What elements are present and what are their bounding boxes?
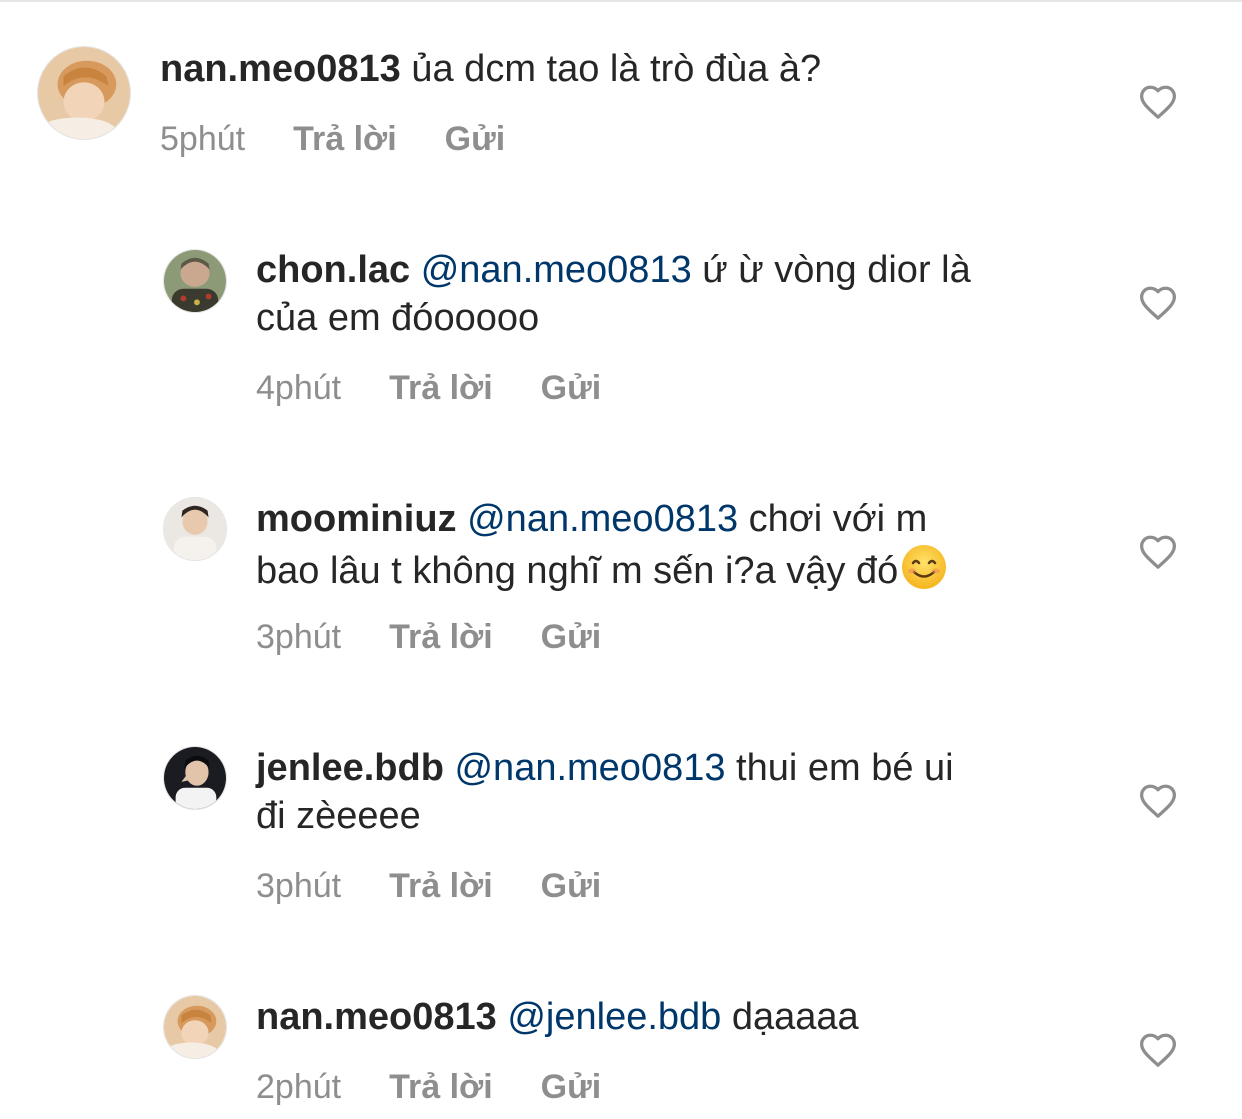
comment-username[interactable]: moominiuz — [256, 498, 457, 540]
comment-text: ủa dcm tao là trò đùa à? — [411, 48, 822, 90]
send-button[interactable]: Gửi — [541, 1068, 602, 1106]
comment-username[interactable]: nan.meo0813 — [160, 48, 401, 90]
comment-text-line2: bao lâu t không nghĩ m sến i?a vậy đó — [256, 550, 899, 592]
avatar[interactable] — [163, 497, 227, 561]
comment-text: thui em bé ui — [736, 747, 954, 789]
comment-timestamp: 5phút — [160, 120, 246, 158]
mention-link[interactable]: @nan.meo0813 — [421, 249, 692, 291]
comment-timestamp: 2phút — [256, 1068, 342, 1106]
send-button[interactable]: Gửi — [445, 120, 506, 158]
comment-line: moominiuz @nan.meo0813 chơi với m — [256, 495, 1116, 543]
comment-timestamp: 4phút — [256, 369, 342, 407]
reply-button[interactable]: Trả lời — [389, 1068, 493, 1106]
send-button[interactable]: Gửi — [541, 618, 602, 656]
reply-button[interactable]: Trả lời — [389, 369, 493, 407]
avatar[interactable] — [163, 995, 227, 1059]
comment-username[interactable]: nan.meo0813 — [256, 996, 497, 1038]
comment-body: moominiuz @nan.meo0813 chơi với m bao lâ… — [256, 495, 1116, 595]
mention-link[interactable]: @jenlee.bdb — [507, 996, 721, 1038]
comment-body: nan.meo0813 ủa dcm tao là trò đùa à? — [160, 45, 1120, 93]
send-button[interactable]: Gửi — [541, 867, 602, 905]
comment-meta: 3phút Trả lời Gửi — [256, 866, 601, 906]
comment-body: jenlee.bdb @nan.meo0813 thui em bé ui đi… — [256, 744, 1116, 840]
smiling-face-emoji — [900, 543, 948, 591]
comment-text: chơi với m — [748, 498, 928, 540]
comment-meta: 4phút Trả lời Gửi — [256, 368, 601, 408]
comment-text-line2: của em đóooooo — [256, 297, 540, 339]
comment-text: dạaaaa — [731, 996, 859, 1038]
avatar[interactable] — [163, 746, 227, 810]
comment-line: jenlee.bdb @nan.meo0813 thui em bé ui — [256, 744, 1116, 792]
heart-outline-icon[interactable] — [1138, 783, 1178, 819]
comment-meta: 3phút Trả lời Gửi — [256, 617, 601, 657]
comment-username[interactable]: jenlee.bdb — [256, 747, 444, 789]
avatar[interactable] — [163, 249, 227, 313]
heart-outline-icon[interactable] — [1138, 84, 1178, 120]
comment-line: chon.lac @nan.meo0813 ứ ừ vòng dior là — [256, 246, 1116, 294]
heart-outline-icon[interactable] — [1138, 285, 1178, 321]
comment-timestamp: 3phút — [256, 618, 342, 656]
mention-link[interactable]: @nan.meo0813 — [454, 747, 725, 789]
heart-outline-icon[interactable] — [1138, 1032, 1178, 1068]
send-button[interactable]: Gửi — [541, 369, 602, 407]
reply-button[interactable]: Trả lời — [389, 867, 493, 905]
heart-outline-icon[interactable] — [1138, 534, 1178, 570]
reply-button[interactable]: Trả lời — [389, 618, 493, 656]
comment-body: chon.lac @nan.meo0813 ứ ừ vòng dior là c… — [256, 246, 1116, 342]
comment-line: bao lâu t không nghĩ m sến i?a vậy đó — [256, 543, 1116, 595]
comment-text-line2: đi zèeeee — [256, 795, 421, 837]
reply-button[interactable]: Trả lời — [293, 120, 397, 158]
comment-username[interactable]: chon.lac — [256, 249, 410, 291]
comment-timestamp: 3phút — [256, 867, 342, 905]
mention-link[interactable]: @nan.meo0813 — [467, 498, 738, 540]
avatar[interactable] — [37, 46, 131, 140]
top-divider — [0, 0, 1242, 2]
comment-meta: 5phút Trả lời Gửi — [160, 119, 505, 159]
comment-meta: 2phút Trả lời Gửi — [256, 1067, 601, 1107]
comment-text: ứ ừ vòng dior là — [702, 249, 971, 291]
comment-body: nan.meo0813 @jenlee.bdb dạaaaa — [256, 993, 1116, 1041]
